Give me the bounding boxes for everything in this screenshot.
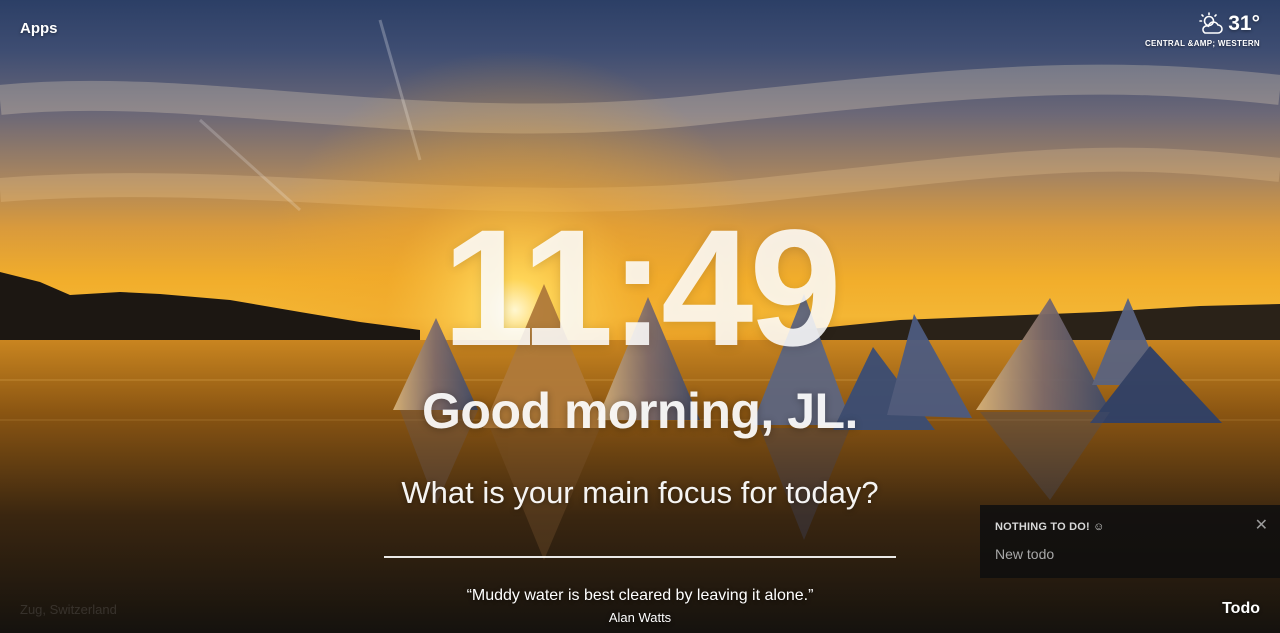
background-location-link[interactable]: Zug, Switzerland bbox=[20, 602, 117, 617]
greeting-text: Good morning, JL. bbox=[422, 383, 858, 439]
quote-author: Alan Watts bbox=[608, 610, 672, 625]
close-icon[interactable]: ✕ bbox=[1255, 518, 1268, 534]
todo-empty-title: NOTHING TO DO! ☺ bbox=[995, 521, 1105, 533]
quote-text: “Muddy water is best cleared by leaving … bbox=[466, 587, 814, 604]
weather-widget[interactable]: 31° CENTRAL &AMP; WESTERN bbox=[1145, 12, 1260, 48]
weather-location: CENTRAL &AMP; WESTERN bbox=[1144, 39, 1260, 48]
todo-toggle-button[interactable]: Todo bbox=[1222, 600, 1260, 618]
weather-temperature: 31° bbox=[1228, 12, 1260, 35]
momentum-dashboard: Apps 31° CENTRAL &AMP; WESTERN 11:49 Goo… bbox=[0, 0, 1280, 633]
new-todo-input[interactable] bbox=[995, 546, 1255, 562]
focus-input[interactable] bbox=[384, 524, 896, 558]
todo-panel: NOTHING TO DO! ☺ ✕ bbox=[980, 505, 1280, 578]
partly-cloudy-icon bbox=[1198, 12, 1224, 36]
apps-link[interactable]: Apps bbox=[20, 20, 58, 37]
clock-time: 11:49 bbox=[442, 196, 841, 381]
